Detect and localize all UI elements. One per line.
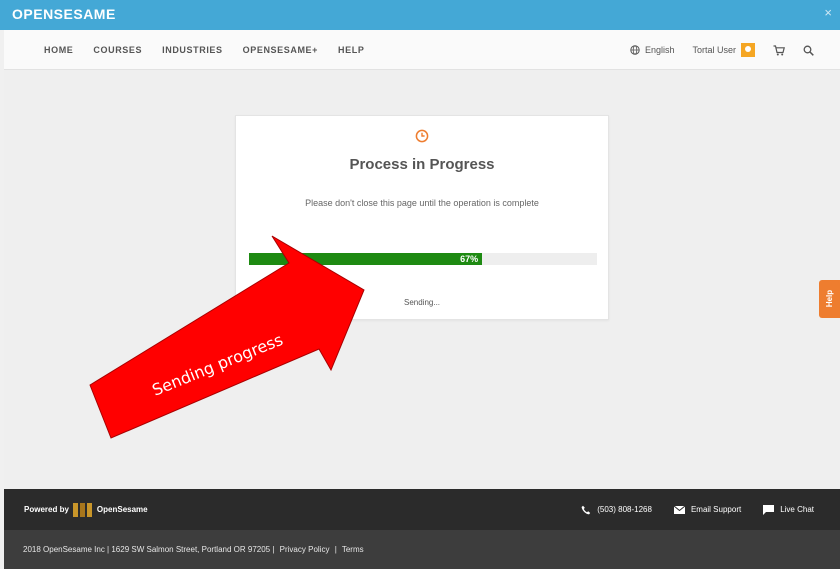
envelope-icon <box>673 505 685 514</box>
footer-legal-bar: 2018 OpenSesame Inc | 1629 SW Salmon Str… <box>4 530 840 569</box>
language-selector[interactable]: English <box>630 45 675 55</box>
email-support-label: Email Support <box>690 505 742 514</box>
footer-separator: | <box>334 545 337 554</box>
search-icon[interactable] <box>803 45 814 56</box>
powered-by-label: Powered by <box>24 505 69 514</box>
footer-brand: OpenSesame <box>96 505 148 514</box>
phone-link[interactable]: (503) 808-1268 <box>581 505 652 515</box>
nav-item-industries[interactable]: INDUSTRIES <box>162 45 223 55</box>
progress-dialog: Process in Progress Please don't close t… <box>235 115 609 320</box>
nav-item-help[interactable]: HELP <box>338 45 364 55</box>
clock-icon <box>415 129 429 143</box>
footer-contacts: (503) 808-1268 Email Support Live Chat <box>581 489 814 530</box>
progress-status: Sending... <box>403 298 441 307</box>
email-support-link[interactable]: Email Support <box>673 505 742 514</box>
app-brand: OPENSESAME <box>12 6 116 22</box>
nav-menu: HOME COURSES INDUSTRIES OPENSESAME+ HELP <box>44 30 364 70</box>
close-icon[interactable]: × <box>824 5 832 20</box>
dialog-message: Please don't close this page until the o… <box>305 198 539 208</box>
globe-icon <box>630 45 640 55</box>
user-name: Tortal User <box>692 45 736 55</box>
nav-item-courses[interactable]: COURSES <box>93 45 142 55</box>
opensesame-logo-icon <box>72 502 93 517</box>
window-titlebar: OPENSESAME × <box>0 0 840 30</box>
user-menu[interactable]: Tortal User <box>692 43 755 57</box>
nav-right-tools: English Tortal User <box>630 30 814 70</box>
phone-icon <box>581 505 591 514</box>
dialog-title: Process in Progress <box>349 156 495 173</box>
chat-icon <box>763 504 775 515</box>
avatar-icon <box>741 43 755 57</box>
progress-bar: 67% <box>249 253 597 265</box>
top-navigation: HOME COURSES INDUSTRIES OPENSESAME+ HELP… <box>4 30 840 70</box>
powered-by: Powered by OpenSesame <box>24 489 148 530</box>
terms-link[interactable]: Terms <box>342 545 364 554</box>
cart-icon[interactable] <box>773 44 785 56</box>
help-tab[interactable]: Help <box>819 280 840 318</box>
privacy-policy-link[interactable]: Privacy Policy <box>280 545 330 554</box>
language-label: English <box>644 45 675 55</box>
footer-contact-bar: Powered by OpenSesame (503) 808-1268 Ema… <box>4 489 840 530</box>
live-chat-link[interactable]: Live Chat <box>763 504 814 515</box>
nav-item-home[interactable]: HOME <box>44 45 73 55</box>
footer-address: 2018 OpenSesame Inc | 1629 SW Salmon Str… <box>23 545 275 554</box>
help-tab-label: Help <box>825 289 835 308</box>
nav-item-opensesame-plus[interactable]: OPENSESAME+ <box>243 45 318 55</box>
live-chat-label: Live Chat <box>780 505 814 514</box>
progress-bar-fill: 67% <box>249 253 483 265</box>
phone-number: (503) 808-1268 <box>597 505 652 514</box>
footer-legal: 2018 OpenSesame Inc | 1629 SW Salmon Str… <box>23 545 367 554</box>
